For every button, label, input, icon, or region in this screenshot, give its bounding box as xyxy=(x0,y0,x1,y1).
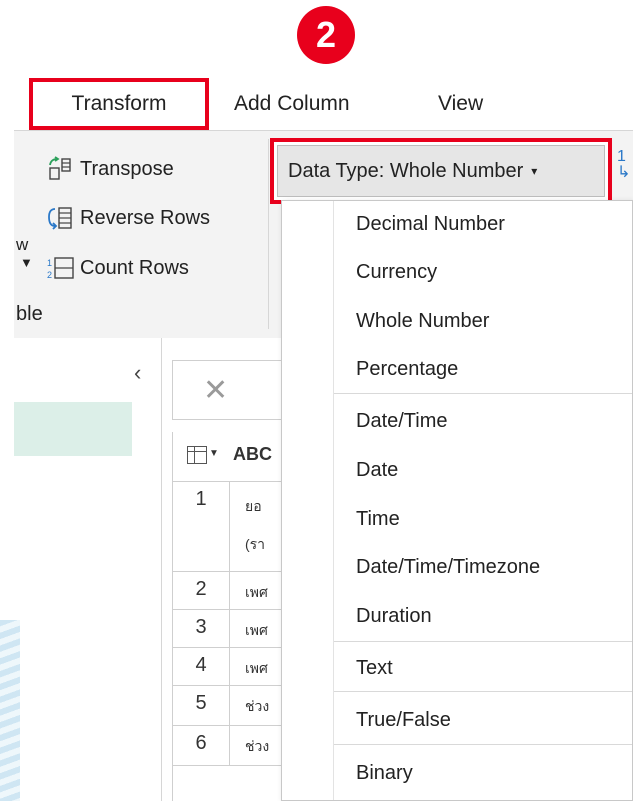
row-number: 1 xyxy=(195,488,207,510)
decorative-background xyxy=(0,620,20,801)
cell-value: ช่วง xyxy=(245,738,270,754)
menu-item-currency[interactable]: Currency xyxy=(356,261,437,284)
data-type-button[interactable]: Data Type: Whole Number ▾ xyxy=(270,138,612,204)
grid-header: ▼ ABC xyxy=(173,432,293,482)
svg-text:2: 2 xyxy=(47,270,52,280)
menu-item-true-false[interactable]: True/False xyxy=(356,709,451,732)
row-number: 6 xyxy=(195,732,207,754)
count-rows-icon: 1 2 xyxy=(46,255,76,281)
menu-icon-gutter xyxy=(282,201,334,800)
data-type-menu: Decimal Number Currency Whole Number Per… xyxy=(281,200,633,801)
row-number: 2 xyxy=(195,578,207,600)
truncated-button-label: w xyxy=(16,235,29,254)
transpose-label: Transpose xyxy=(80,157,174,180)
table-row[interactable]: 3 เพศ xyxy=(173,610,293,648)
truncated-icon[interactable]: 1 ↳ xyxy=(617,149,630,181)
menu-item-date-time-timezone[interactable]: Date/Time/Timezone xyxy=(356,556,540,579)
text-type-icon[interactable]: ABC xyxy=(233,444,272,465)
reverse-rows-label: Reverse Rows xyxy=(80,206,211,229)
cell-value: ช่วง xyxy=(245,698,270,714)
step-badge: 2 xyxy=(297,6,355,64)
svg-text:1: 1 xyxy=(47,258,52,268)
table-row[interactable]: 1 ยอ (รา xyxy=(173,482,293,572)
formula-bar: ✕ xyxy=(172,360,292,420)
cell-value: เพศ xyxy=(245,622,268,638)
chevron-down-icon: ▾ xyxy=(531,164,538,178)
table-icon[interactable] xyxy=(187,446,207,464)
table-row[interactable]: 4 เพศ xyxy=(173,648,293,686)
menu-item-date[interactable]: Date xyxy=(356,459,398,482)
menu-item-text[interactable]: Text xyxy=(356,657,393,680)
table-row[interactable]: 5 ช่วง xyxy=(173,686,293,726)
count-rows-button[interactable]: 1 2 Count Rows xyxy=(46,255,189,281)
group-label: ble xyxy=(16,303,43,325)
cell-value: (รา xyxy=(245,536,266,552)
chevron-down-icon[interactable]: ▼ xyxy=(209,448,219,459)
cell-value: เพศ xyxy=(245,660,268,676)
menu-item-percentage[interactable]: Percentage xyxy=(356,358,458,381)
transpose-button[interactable]: Transpose xyxy=(46,156,174,182)
tab-view[interactable]: View xyxy=(438,78,483,130)
selected-query-item[interactable] xyxy=(14,402,132,456)
menu-item-duration[interactable]: Duration xyxy=(356,605,432,628)
menu-item-time[interactable]: Time xyxy=(356,508,400,531)
transpose-icon xyxy=(46,156,76,182)
chevron-down-icon[interactable]: ▼ xyxy=(20,255,33,270)
data-type-dropdown[interactable]: Data Type: Whole Number ▾ xyxy=(277,145,605,197)
row-number: 4 xyxy=(195,654,207,676)
menu-item-decimal-number[interactable]: Decimal Number xyxy=(356,213,505,236)
close-icon[interactable]: ✕ xyxy=(203,373,228,408)
menu-divider xyxy=(334,744,632,745)
menu-divider xyxy=(334,393,632,394)
row-number: 5 xyxy=(195,692,207,714)
reverse-rows-button[interactable]: Reverse Rows xyxy=(46,205,210,231)
menu-item-binary[interactable]: Binary xyxy=(356,762,413,785)
table-row[interactable]: 6 ช่วง xyxy=(173,726,293,766)
count-rows-label: Count Rows xyxy=(80,256,189,279)
cell-value: ยอ xyxy=(245,498,262,514)
data-type-label: Data Type: Whole Number xyxy=(288,159,524,182)
data-grid: ▼ ABC 1 ยอ (รา 2 เพศ 3 เพศ 4 เพศ 5 ช่วง … xyxy=(172,432,293,801)
cell-value: เพศ xyxy=(245,584,268,600)
truncated-icon-bottom: ↳ xyxy=(617,164,631,181)
ribbon-tabs: Transform Add Column View xyxy=(0,78,633,130)
table-row[interactable]: 2 เพศ xyxy=(173,572,293,610)
ribbon-divider xyxy=(268,139,269,329)
menu-item-date-time[interactable]: Date/Time xyxy=(356,410,448,433)
queries-panel: ‹ xyxy=(14,338,162,801)
menu-divider xyxy=(334,691,632,692)
reverse-rows-icon xyxy=(46,205,76,231)
row-number: 3 xyxy=(195,616,207,638)
collapse-chevron-icon[interactable]: ‹ xyxy=(134,360,141,386)
tab-add-column[interactable]: Add Column xyxy=(234,78,350,130)
truncated-icon-top: 1 xyxy=(617,148,626,165)
tab-transform[interactable]: Transform xyxy=(29,78,209,130)
menu-divider xyxy=(334,641,632,642)
menu-item-whole-number[interactable]: Whole Number xyxy=(356,310,489,333)
